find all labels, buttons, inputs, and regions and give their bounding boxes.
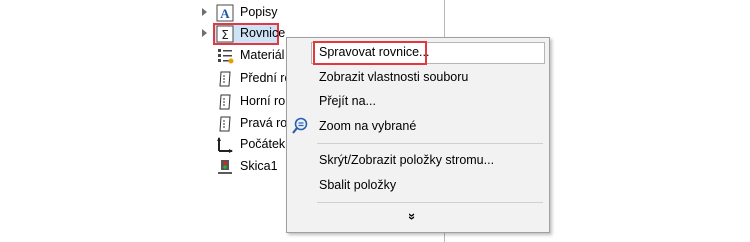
tree-item-label: Pravá ro bbox=[240, 116, 288, 130]
context-menu: Spravovat rovnice... Zobrazit vlastnosti… bbox=[286, 37, 550, 233]
tree-item-label: Popisy bbox=[240, 5, 278, 19]
equations-icon: Σ bbox=[216, 25, 234, 43]
menu-item-label: Přejít na... bbox=[319, 94, 376, 108]
menu-item-zoom-selection[interactable]: Zoom na vybrané bbox=[287, 114, 549, 138]
expand-arrow-icon[interactable] bbox=[202, 29, 207, 37]
origin-icon bbox=[217, 137, 233, 153]
plane-icon bbox=[219, 116, 231, 132]
tree-item-annotations[interactable]: A Popisy bbox=[190, 2, 444, 24]
material-icon bbox=[218, 49, 234, 64]
tree-item-label: Skica1 bbox=[240, 159, 278, 173]
svg-text:Σ: Σ bbox=[221, 28, 229, 42]
tree-item-label: Horní ro bbox=[240, 94, 286, 108]
tree-item-label: Přední ro bbox=[240, 71, 292, 85]
annotations-icon: A bbox=[216, 4, 234, 22]
menu-item-label: Skrýt/Zobrazit položky stromu... bbox=[319, 153, 495, 167]
menu-item-label: Sbalit položky bbox=[319, 178, 397, 192]
chevron-double-down-icon: » bbox=[405, 212, 421, 221]
menu-separator bbox=[317, 202, 543, 203]
menu-item-label: Spravovat rovnice... bbox=[319, 45, 430, 59]
tree-item-label: Materiál bbox=[240, 48, 285, 62]
menu-separator bbox=[317, 143, 543, 144]
menu-item-file-properties[interactable]: Zobrazit vlastnosti souboru bbox=[287, 65, 549, 89]
menu-item-go-to[interactable]: Přejít na... bbox=[287, 89, 549, 113]
plane-icon bbox=[219, 94, 231, 110]
menu-item-collapse-items[interactable]: Sbalit položky bbox=[287, 173, 549, 197]
menu-item-label: Zoom na vybrané bbox=[319, 119, 417, 133]
plane-icon bbox=[219, 71, 231, 87]
menu-item-manage-equations[interactable]: Spravovat rovnice... bbox=[287, 40, 549, 65]
expand-arrow-icon[interactable] bbox=[202, 8, 207, 16]
menu-item-label: Zobrazit vlastnosti souboru bbox=[319, 70, 469, 84]
svg-text:A: A bbox=[220, 6, 230, 21]
more-items-expander[interactable]: » bbox=[287, 208, 549, 228]
sketch-icon bbox=[218, 160, 232, 174]
menu-item-hide-show-tree-items[interactable]: Skrýt/Zobrazit položky stromu... bbox=[287, 148, 549, 172]
zoom-selection-icon bbox=[292, 117, 308, 134]
tree-item-label: Rovnice bbox=[240, 26, 286, 40]
tree-item-label: Počátek bbox=[240, 137, 286, 151]
